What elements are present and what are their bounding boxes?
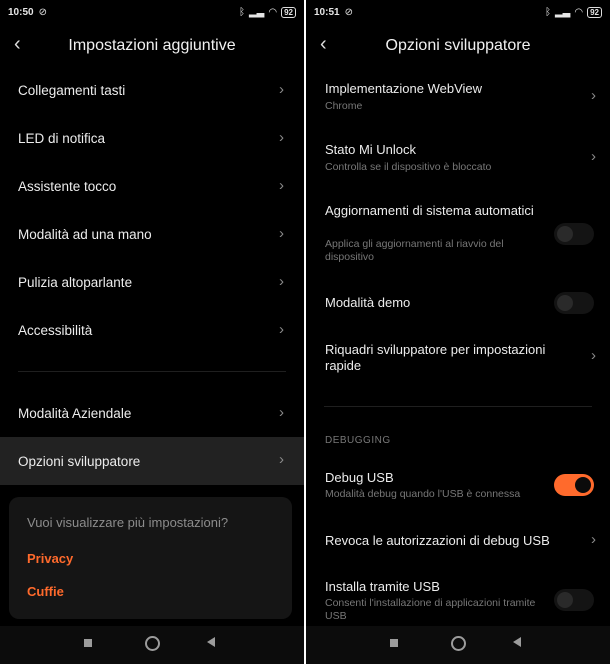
chevron-right-icon: › [591, 87, 596, 104]
section-header-debugging: DEBUGGING [325, 435, 391, 446]
dev-option-title: Riquadri sviluppatore per impostazioni r… [325, 342, 546, 373]
status-time: 10:51 [314, 6, 340, 18]
signal-icon: ▂▃ [554, 6, 571, 18]
back-button[interactable] [207, 637, 215, 647]
dev-option-title: Aggiornamenti di sistema automatici [325, 203, 534, 218]
settings-item-accessibilita[interactable]: Accessibilità › [0, 314, 304, 348]
toggle-knob [557, 295, 573, 311]
battery-icon: 92 [587, 6, 602, 18]
install-usb-toggle[interactable] [554, 589, 594, 611]
chevron-right-icon: › [591, 347, 596, 364]
status-bar: 10:50 ⊘ ᛒ ▂▃ ◠ 92 [0, 0, 304, 24]
dev-option-subtitle: Chrome [325, 100, 363, 112]
chevron-right-icon: › [279, 81, 284, 98]
dev-option-webview[interactable]: Implementazione WebView Chrome › [306, 78, 610, 118]
divider [18, 371, 286, 372]
more-settings-card: Vuoi visualizzare più impostazioni? Priv… [9, 497, 292, 619]
settings-item-modalita-aziendale[interactable]: Modalità Aziendale › [0, 397, 304, 431]
dev-option-auto-updates[interactable]: Aggiornamenti di sistema automatici Appl… [306, 201, 610, 267]
status-bar: 10:51 ⊘ ᛒ ▂▃ ◠ 92 [306, 0, 610, 24]
cuffie-link[interactable]: Cuffie [27, 584, 64, 599]
dev-option-demo-mode[interactable]: Modalità demo [306, 290, 610, 316]
chevron-right-icon: › [591, 148, 596, 165]
dev-option-title: Debug USB [325, 470, 394, 485]
chevron-right-icon: › [279, 225, 284, 242]
bluetooth-icon: ᛒ [238, 6, 245, 18]
demo-mode-toggle[interactable] [554, 292, 594, 314]
chevron-right-icon: › [279, 129, 284, 146]
dev-option-title: Stato Mi Unlock [325, 142, 417, 157]
header: ‹ Opzioni sviluppatore [306, 28, 610, 64]
dev-option-title: Modalità demo [325, 295, 411, 310]
dev-option-title: Installa tramite USB [325, 579, 440, 594]
chevron-right-icon: › [279, 404, 284, 421]
signal-icon: ▂▃ [248, 6, 265, 18]
header: ‹ Impostazioni aggiuntive [0, 28, 304, 64]
settings-item-label: LED di notifica [18, 131, 106, 146]
status-time: 10:50 [8, 6, 34, 18]
more-settings-question: Vuoi visualizzare più impostazioni? [27, 515, 229, 530]
settings-item-label: Pulizia altoparlante [18, 275, 133, 290]
home-button[interactable] [451, 636, 466, 651]
mute-notification-icon: ⊘ [344, 6, 353, 18]
battery-icon: 92 [281, 6, 296, 18]
settings-item-assistente-tocco[interactable]: Assistente tocco › [0, 170, 304, 204]
phone-right-screen: 10:51 ⊘ ᛒ ▂▃ ◠ 92 ‹ Opzioni sviluppatore… [306, 0, 610, 664]
toggle-knob [575, 477, 591, 493]
settings-item-modalita-una-mano[interactable]: Modalità ad una mano › [0, 218, 304, 252]
back-button[interactable] [513, 637, 521, 647]
settings-item-opzioni-sviluppatore[interactable]: Opzioni sviluppatore › [0, 437, 304, 485]
home-button[interactable] [145, 636, 160, 651]
chevron-right-icon: › [279, 321, 284, 338]
chevron-right-icon: › [279, 451, 284, 468]
dev-option-subtitle: Modalità debug quando l'USB è connessa [325, 488, 521, 500]
chevron-right-icon: › [591, 531, 596, 548]
bluetooth-icon: ᛒ [544, 6, 551, 18]
chevron-right-icon: › [279, 273, 284, 290]
dev-option-debug-usb[interactable]: Debug USB Modalità debug quando l'USB è … [306, 468, 610, 504]
recents-button[interactable] [84, 639, 92, 647]
settings-item-label: Opzioni sviluppatore [18, 454, 141, 469]
toggle-knob [557, 226, 573, 242]
settings-item-label: Modalità ad una mano [18, 227, 152, 242]
phone-left-screen: 10:50 ⊘ ᛒ ▂▃ ◠ 92 ‹ Impostazioni aggiunt… [0, 0, 304, 664]
dev-option-quick-tiles[interactable]: Riquadri sviluppatore per impostazioni r… [306, 340, 610, 376]
wifi-icon: ◠ [574, 6, 584, 18]
settings-item-label: Accessibilità [18, 323, 93, 338]
navigation-bar [306, 626, 610, 664]
wifi-icon: ◠ [268, 6, 278, 18]
privacy-link[interactable]: Privacy [27, 551, 73, 566]
chevron-right-icon: › [279, 177, 284, 194]
dev-option-subtitle: Controlla se il dispositivo è bloccato [325, 161, 492, 173]
settings-item-label: Modalità Aziendale [18, 406, 132, 421]
dev-option-subtitle: Applica gli aggiornamenti al riavvio del… [325, 238, 504, 263]
recents-button[interactable] [390, 639, 398, 647]
settings-item-led-notifica[interactable]: LED di notifica › [0, 122, 304, 156]
navigation-bar [0, 626, 304, 664]
screens: 10:50 ⊘ ᛒ ▂▃ ◠ 92 ‹ Impostazioni aggiunt… [0, 0, 610, 664]
settings-item-pulizia-altoparlante[interactable]: Pulizia altoparlante › [0, 266, 304, 300]
auto-updates-toggle[interactable] [554, 223, 594, 245]
settings-item-collegamenti-tasti[interactable]: Collegamenti tasti › [0, 74, 304, 108]
mute-notification-icon: ⊘ [38, 6, 47, 18]
toggle-knob [557, 592, 573, 608]
dev-option-title: Revoca le autorizzazioni di debug USB [325, 533, 550, 548]
page-title: Opzioni sviluppatore [385, 37, 531, 54]
debug-usb-toggle[interactable] [554, 474, 594, 496]
dev-option-install-usb[interactable]: Installa tramite USB Consenti l'installa… [306, 577, 610, 625]
dev-option-subtitle: Consenti l'installazione di applicazioni… [325, 597, 536, 622]
divider [324, 406, 592, 407]
settings-item-label: Collegamenti tasti [18, 83, 126, 98]
settings-item-label: Assistente tocco [18, 179, 117, 194]
dev-option-mi-unlock[interactable]: Stato Mi Unlock Controlla se il disposit… [306, 139, 610, 179]
dev-option-revoke-debug[interactable]: Revoca le autorizzazioni di debug USB › [306, 530, 610, 552]
dev-option-title: Implementazione WebView [325, 81, 483, 96]
page-title: Impostazioni aggiuntive [68, 37, 236, 54]
